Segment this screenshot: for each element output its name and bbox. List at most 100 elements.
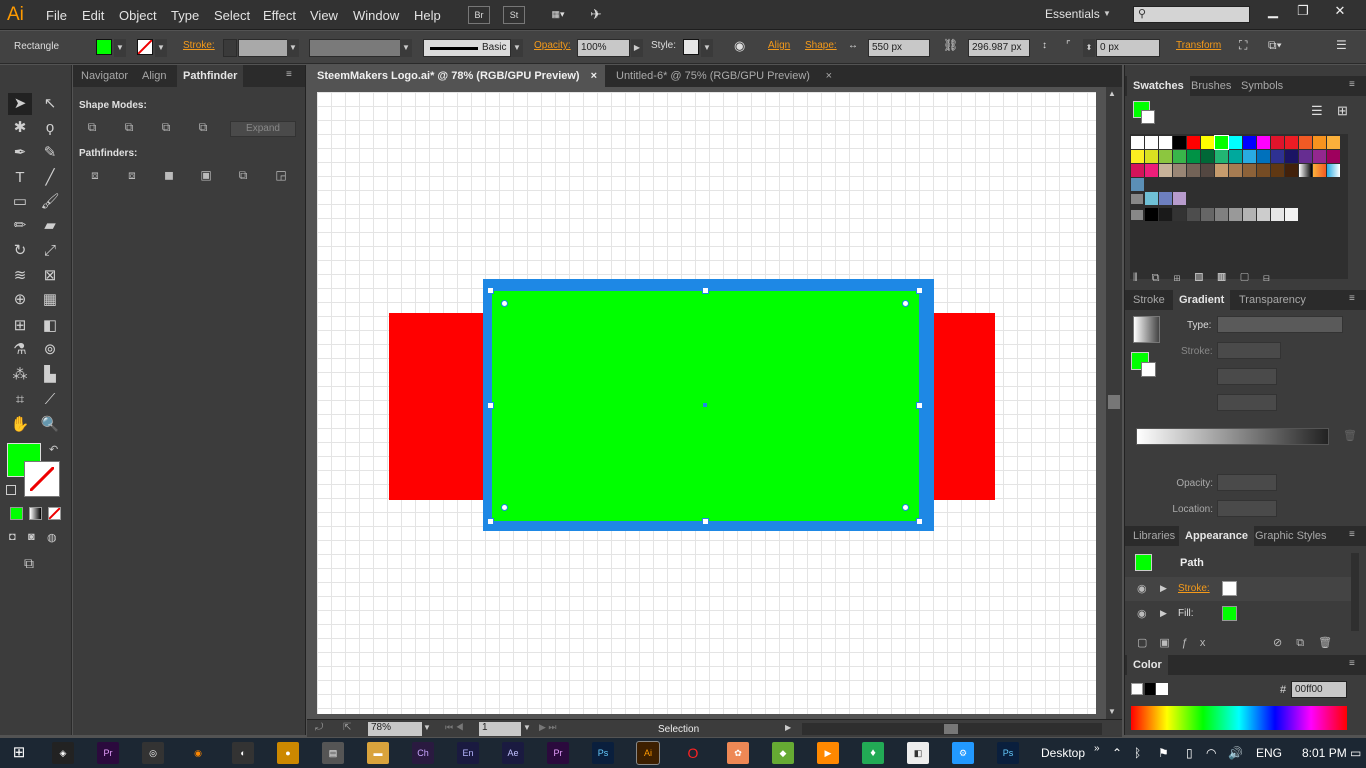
swatch[interactable]: [1257, 150, 1270, 163]
list-view-icon[interactable]: ☰: [1311, 103, 1323, 119]
line-tool-icon[interactable]: ╱: [38, 167, 62, 189]
action-center-flag-icon[interactable]: ⚑: [1158, 746, 1169, 760]
artboard-dropdown[interactable]: ▼: [523, 723, 531, 732]
corner-radius-field[interactable]: 0 px: [1096, 39, 1160, 57]
warp-tool-icon[interactable]: ≋: [8, 265, 32, 287]
angle-field[interactable]: [1217, 368, 1277, 385]
width-field[interactable]: 550 px: [868, 39, 930, 57]
selection-handle[interactable]: [487, 518, 494, 525]
tab-document-active[interactable]: SteemMakers Logo.ai* @ 78% (RGB/GPU Prev…: [307, 65, 605, 87]
swatch[interactable]: [1215, 208, 1228, 221]
language-indicator[interactable]: ENG: [1256, 746, 1282, 760]
swatch[interactable]: [1229, 208, 1242, 221]
none-swatch[interactable]: [1131, 136, 1144, 149]
panel-menu-icon[interactable]: ≡: [1349, 293, 1355, 304]
transform-link[interactable]: Transform: [1176, 40, 1221, 51]
tab-transparency[interactable]: Transparency: [1233, 290, 1312, 310]
workspace-switcher[interactable]: Essentials: [1045, 7, 1100, 21]
symbol-sprayer-tool-icon[interactable]: ⁂: [8, 364, 32, 386]
premiere-icon[interactable]: Pr: [97, 742, 119, 764]
swatch[interactable]: [1313, 150, 1326, 163]
swatch[interactable]: [1299, 150, 1312, 163]
notifications-icon[interactable]: ▭: [1350, 746, 1361, 760]
hand-tool-icon[interactable]: ✋: [8, 414, 32, 436]
media-player-icon[interactable]: ▶: [817, 742, 839, 764]
app-icon[interactable]: ◆: [772, 742, 794, 764]
swatch[interactable]: [1243, 150, 1256, 163]
merge-icon[interactable]: ◼: [158, 168, 180, 186]
exclude-icon[interactable]: ⧉: [192, 120, 214, 138]
close-icon[interactable]: ×: [826, 65, 832, 87]
swatch[interactable]: [1214, 135, 1229, 150]
draw-inside-icon[interactable]: ◍: [47, 531, 57, 544]
tab-color[interactable]: Color: [1127, 655, 1168, 675]
opacity-slider-toggle[interactable]: ▶: [631, 39, 643, 57]
default-colors-icon[interactable]: [6, 485, 16, 495]
opacity-label[interactable]: Opacity:: [534, 40, 571, 51]
stroke-weight-stepper[interactable]: [223, 39, 237, 57]
appearance-scrollbar[interactable]: [1351, 553, 1359, 631]
mesh-tool-icon[interactable]: ⊞: [8, 315, 32, 337]
bluetooth-icon[interactable]: ᛒ: [1134, 746, 1141, 760]
clock[interactable]: 8:01 PM: [1302, 746, 1347, 760]
divide-icon[interactable]: ⧈: [84, 168, 106, 186]
swatch[interactable]: [1173, 150, 1186, 163]
blend-tool-icon[interactable]: ⊚: [38, 339, 62, 361]
tab-gradient[interactable]: Gradient: [1173, 290, 1231, 310]
menu-effect[interactable]: Effect: [263, 8, 296, 23]
appearance-fill-row[interactable]: ◉ ▶ Fill:: [1125, 602, 1351, 626]
selection-handle[interactable]: [702, 518, 709, 525]
swatch[interactable]: [1215, 164, 1228, 177]
brush-definition[interactable]: Basic: [423, 39, 511, 57]
gradient-preview[interactable]: [1133, 316, 1160, 343]
swatch[interactable]: [1201, 164, 1214, 177]
app-icon[interactable]: ◈: [52, 742, 74, 764]
gradient-type-select[interactable]: [1217, 316, 1343, 333]
brush-dropdown[interactable]: ▼: [511, 39, 523, 57]
tab-symbols[interactable]: Symbols: [1235, 76, 1289, 96]
swatch[interactable]: [1145, 164, 1158, 177]
swatch[interactable]: [1173, 164, 1186, 177]
none-mode-button[interactable]: [48, 507, 61, 520]
stroke-gradient-options[interactable]: [1217, 342, 1281, 359]
appearance-stroke-row[interactable]: ◉ ▶ Stroke:: [1125, 577, 1351, 601]
app-icon[interactable]: ▤: [322, 742, 344, 764]
bridge-button[interactable]: Br: [468, 6, 490, 24]
scrollbar-thumb[interactable]: [1108, 395, 1120, 409]
tab-brushes[interactable]: Brushes: [1185, 76, 1237, 96]
app-icon[interactable]: ♦: [862, 742, 884, 764]
tab-navigator[interactable]: Navigator: [75, 65, 134, 87]
file-explorer-icon[interactable]: ▬: [367, 742, 389, 764]
tab-document[interactable]: Untitled-6* @ 75% (RGB/GPU Preview) ×: [606, 65, 840, 87]
screen-mode-icon[interactable]: ⧉: [24, 555, 34, 572]
swatch[interactable]: [1215, 150, 1228, 163]
tab-graphic-styles[interactable]: Graphic Styles: [1249, 526, 1333, 546]
export-icon[interactable]: ⇱: [343, 722, 351, 733]
rectangle-tool-icon[interactable]: ▭: [8, 191, 32, 213]
stop-location-field[interactable]: [1217, 500, 1277, 517]
swatch[interactable]: [1299, 164, 1312, 177]
menu-edit[interactable]: Edit: [82, 8, 104, 23]
opacity-field[interactable]: 100%: [577, 39, 630, 57]
stroke-weight-field[interactable]: [238, 39, 288, 57]
visibility-eye-icon[interactable]: ◉: [1137, 607, 1147, 620]
toolbar-expand-icon[interactable]: »: [1094, 743, 1100, 754]
app-icon[interactable]: ✿: [727, 742, 749, 764]
stop-opacity-field[interactable]: [1217, 474, 1277, 491]
color-none-swatch[interactable]: [1131, 683, 1143, 695]
swatch[interactable]: [1173, 136, 1186, 149]
blender-icon[interactable]: ◉: [187, 742, 209, 764]
swatch[interactable]: [1285, 164, 1298, 177]
selection-handle[interactable]: [487, 287, 494, 294]
delete-stop-icon[interactable]: 🗑: [1343, 429, 1357, 442]
tab-appearance[interactable]: Appearance: [1179, 526, 1254, 546]
height-field[interactable]: 296.987 px: [968, 39, 1030, 57]
link-proportions-icon[interactable]: ⛓: [943, 38, 958, 52]
selection-tool-icon[interactable]: ➤: [8, 93, 32, 115]
swatch[interactable]: [1187, 164, 1200, 177]
app-icon[interactable]: ◎: [142, 742, 164, 764]
free-transform-tool-icon[interactable]: ⊠: [38, 265, 62, 287]
swatch[interactable]: [1145, 208, 1158, 221]
swatch[interactable]: [1327, 150, 1340, 163]
gradient-tool-icon[interactable]: ◧: [38, 315, 62, 337]
